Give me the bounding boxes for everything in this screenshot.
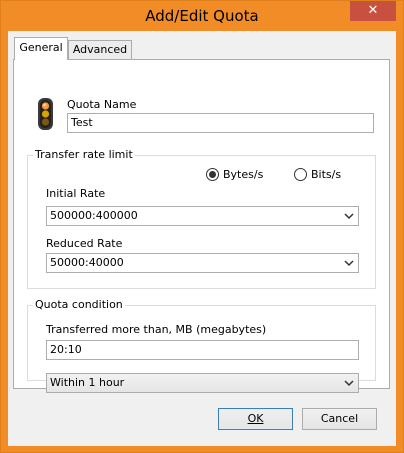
title-bar[interactable]: Add/Edit Quota ✕ xyxy=(1,1,403,31)
transferred-amount-input[interactable]: 20:10 xyxy=(46,340,359,360)
time-period-select[interactable]: Within 1 hour xyxy=(46,373,359,393)
transfer-rate-group-title: Transfer rate limit xyxy=(33,148,135,161)
bits-per-second-label[interactable]: Bits/s xyxy=(311,168,341,181)
initial-rate-label: Initial Rate xyxy=(46,187,106,200)
chevron-down-icon[interactable] xyxy=(343,377,355,389)
close-icon: ✕ xyxy=(367,3,379,18)
reduced-rate-label: Reduced Rate xyxy=(46,237,123,250)
tab-general-label: General xyxy=(19,41,63,54)
quota-condition-group-title: Quota condition xyxy=(33,298,125,311)
initial-rate-value: 500000:400000 xyxy=(50,209,138,222)
cancel-button[interactable]: Cancel xyxy=(302,408,377,430)
radio-selected-dot xyxy=(209,171,216,178)
transferred-more-than-label: Transferred more than, MB (megabytes) xyxy=(46,323,267,336)
tab-advanced[interactable]: Advanced xyxy=(68,40,132,59)
quota-name-input[interactable]: Test xyxy=(67,113,374,133)
bytes-per-second-label[interactable]: Bytes/s xyxy=(223,168,263,181)
reduced-rate-value: 50000:40000 xyxy=(50,256,124,269)
general-tab-panel: Quota Name Test Transfer rate limit Byte… xyxy=(13,59,390,393)
dialog-window: Add/Edit Quota ✕ General Advanced Quota … xyxy=(0,0,404,453)
close-button[interactable]: ✕ xyxy=(350,1,396,21)
dialog-client-area: General Advanced Quota Name Test Transfe… xyxy=(8,31,396,446)
chevron-down-icon[interactable] xyxy=(343,210,355,222)
ok-button-label: OK xyxy=(247,412,264,425)
time-period-value: Within 1 hour xyxy=(50,376,125,389)
initial-rate-combo[interactable]: 500000:400000 xyxy=(46,206,359,226)
tab-advanced-label: Advanced xyxy=(72,43,128,56)
quota-name-label: Quota Name xyxy=(67,98,137,111)
chevron-down-icon[interactable] xyxy=(343,257,355,269)
bytes-per-second-radio[interactable] xyxy=(206,168,219,181)
traffic-light-icon xyxy=(38,98,53,130)
bits-per-second-radio[interactable] xyxy=(294,168,307,181)
window-title: Add/Edit Quota xyxy=(145,7,259,25)
ok-button[interactable]: OK xyxy=(218,408,293,430)
cancel-button-label: Cancel xyxy=(320,412,359,425)
tab-general[interactable]: General xyxy=(14,37,68,60)
reduced-rate-combo[interactable]: 50000:40000 xyxy=(46,253,359,273)
